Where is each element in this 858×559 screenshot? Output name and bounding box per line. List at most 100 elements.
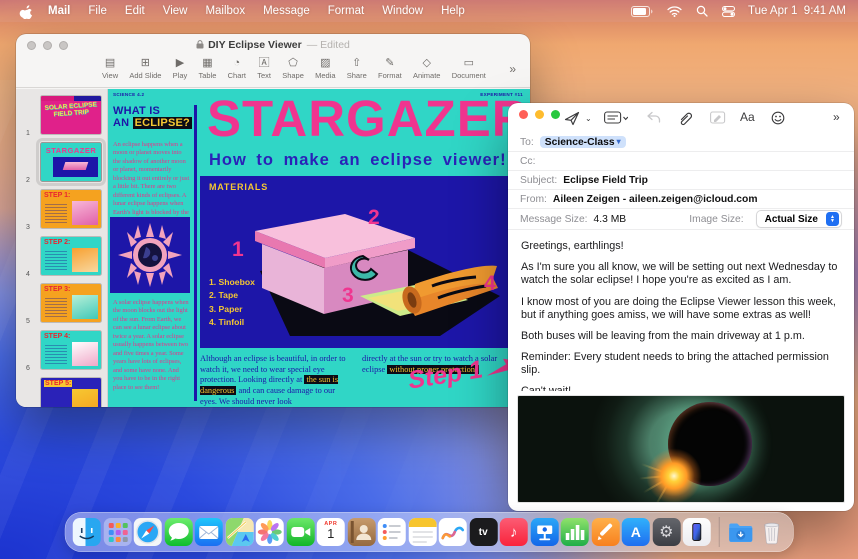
mail-window-controls[interactable]	[519, 110, 560, 119]
slide-thumbnail-row-2-selected[interactable]: 2 STARGAZER	[16, 140, 107, 187]
slide-7-thumbnail[interactable]: STEP 5:	[40, 377, 102, 407]
materials-label: MATERIALS	[209, 182, 268, 192]
menu-item-window[interactable]: Window	[382, 5, 423, 17]
slide-subtitle[interactable]: How to make an eclipse viewer!	[209, 151, 507, 170]
control-center-icon[interactable]	[722, 6, 735, 17]
battery-icon[interactable]	[631, 6, 653, 17]
menu-item-mail-app[interactable]: Mail	[48, 5, 70, 17]
menu-item-help[interactable]: Help	[441, 5, 465, 17]
menu-item-message[interactable]: Message	[263, 5, 310, 17]
subject-field[interactable]: Subject: Eclipse Field Trip	[508, 171, 854, 190]
eclipse-photo-attachment[interactable]	[517, 395, 845, 503]
dock-icon-music[interactable]: ♪	[500, 518, 528, 546]
dock-icon-freeform[interactable]	[439, 518, 467, 546]
toolbar-chart-button[interactable]: ◔Chart	[228, 57, 246, 80]
toolbar-format-button[interactable]: ✎Format	[378, 57, 402, 80]
dock-icon-trash[interactable]	[757, 518, 785, 546]
slide-3-thumbnail[interactable]: STEP 1:	[40, 189, 102, 229]
slide-thumbnail-row-7[interactable]: 7 STEP 5:	[16, 375, 107, 407]
slide-title[interactable]: STARGAZER	[207, 93, 530, 144]
zoom-button[interactable]	[59, 41, 68, 50]
size-bar: Message Size: 4.3 MB Image Size: Actual …	[508, 209, 854, 230]
menu-clock[interactable]: Tue Apr 1 9:41 AM	[748, 5, 846, 17]
dock-icon-mail[interactable]	[195, 518, 223, 546]
dock-icon-notes[interactable]	[408, 518, 436, 546]
send-icon[interactable]	[564, 111, 580, 131]
message-body[interactable]: Greetings, earthlings! As I'm sure you a…	[508, 231, 854, 391]
dock-icon-launchpad[interactable]	[103, 518, 131, 546]
dock-icon-reminders[interactable]	[378, 518, 406, 546]
menu-item-format[interactable]: Format	[328, 5, 364, 17]
slide-thumbnail-row-3[interactable]: 3 STEP 1:	[16, 187, 107, 234]
calendar-day: 1	[327, 527, 334, 540]
slide-thumbnail-row-1[interactable]: 1 SOLAR ECLIPSE FIELD TRIP	[16, 93, 107, 140]
cc-field[interactable]: Cc:	[508, 152, 854, 171]
menu-item-file[interactable]: File	[88, 5, 107, 17]
to-field[interactable]: To: Science-Class▾	[508, 133, 854, 152]
toolbar-play-button[interactable]: ▶Play	[173, 57, 188, 80]
dock-icon-contacts[interactable]	[347, 518, 375, 546]
wifi-icon[interactable]	[667, 6, 682, 17]
dock-icon-maps[interactable]	[225, 518, 253, 546]
toolbar-share-button[interactable]: ⇧Share	[347, 57, 367, 80]
dock-icon-downloads[interactable]	[727, 518, 755, 546]
fonts-icon[interactable]: Aa	[740, 110, 755, 124]
search-icon[interactable]	[696, 5, 708, 17]
dock-icon-finder[interactable]	[73, 518, 101, 546]
slide-thumbnail-row-5[interactable]: 5 STEP 3:	[16, 281, 107, 328]
slide-4-thumbnail[interactable]: STEP 2:	[40, 236, 102, 276]
minimize-button[interactable]	[535, 110, 544, 119]
toolbar-document-button[interactable]: ▭Document	[452, 57, 486, 80]
toolbar-view-button[interactable]: ▤View	[102, 57, 118, 80]
toolbar-shape-button[interactable]: ⬠Shape	[282, 57, 304, 80]
markup-icon[interactable]	[710, 111, 726, 130]
menu-item-edit[interactable]: Edit	[125, 5, 145, 17]
slide-canvas[interactable]: SCIENCE 4.2 EXPERIMENT #11 WHAT IS AN EC…	[108, 89, 530, 407]
dock-icon-app-store[interactable]: A	[622, 518, 650, 546]
emoji-icon[interactable]	[771, 111, 785, 130]
header-fields-icon[interactable]	[604, 111, 628, 130]
toolbar-overflow-button[interactable]: »	[509, 62, 516, 76]
dock-icon-photos[interactable]	[256, 518, 284, 546]
dock-icon-apple-tv[interactable]: tv	[469, 518, 497, 546]
reply-icon[interactable]	[646, 111, 661, 129]
slide-2-thumbnail[interactable]: STARGAZER	[40, 142, 102, 182]
menu-item-view[interactable]: View	[163, 5, 188, 17]
minimize-button[interactable]	[43, 41, 52, 50]
materials-box[interactable]: MATERIALS 1 2 3 4 1. Shoebox 2. Tape 3. …	[200, 176, 517, 348]
dock-icon-iphone-mirroring[interactable]	[683, 518, 711, 546]
image-size-select[interactable]: Actual Size ▲▼	[756, 210, 842, 228]
menu-item-mailbox[interactable]: Mailbox	[205, 5, 245, 17]
close-button[interactable]	[519, 110, 528, 119]
from-field[interactable]: From: Aileen Zeigen - aileen.zeigen@iclo…	[508, 190, 854, 209]
toolbar-overflow-icon[interactable]: »	[833, 110, 840, 124]
dock-icon-numbers[interactable]	[561, 518, 589, 546]
toolbar-add-slide-button[interactable]: ⊞Add Slide	[129, 57, 161, 80]
slide-5-thumbnail[interactable]: STEP 3:	[40, 283, 102, 323]
close-button[interactable]	[27, 41, 36, 50]
slide-thumbnail-row-4[interactable]: 4 STEP 2:	[16, 234, 107, 281]
keynote-window-controls[interactable]	[27, 41, 68, 50]
dock-icon-facetime[interactable]	[286, 518, 314, 546]
attach-icon[interactable]	[678, 111, 692, 131]
menu-bar: Mail File Edit View Mailbox Message Form…	[0, 0, 858, 22]
dock-icon-calendar[interactable]: APR 1	[317, 518, 345, 546]
recipient-token[interactable]: Science-Class▾	[540, 136, 626, 148]
apple-logo-icon[interactable]	[19, 4, 32, 19]
dock-icon-keynote[interactable]	[530, 518, 558, 546]
slide-6-thumbnail[interactable]: STEP 4:	[40, 330, 102, 370]
dock-icon-system-settings[interactable]: ⚙	[652, 518, 680, 546]
dock-icon-safari[interactable]	[134, 518, 162, 546]
slide-whatis-heading: WHAT IS AN ECLIPSE?	[113, 105, 192, 130]
dock-icon-pages[interactable]	[591, 518, 619, 546]
toolbar-animate-button[interactable]: ◇Animate	[413, 57, 441, 80]
keynote-title-bar[interactable]: DIY Eclipse Viewer — Edited	[16, 34, 530, 56]
toolbar-media-button[interactable]: ▨Media	[315, 57, 335, 80]
slide-1-thumbnail[interactable]: SOLAR ECLIPSE FIELD TRIP	[40, 95, 102, 135]
chevron-down-icon[interactable]: ⌄	[585, 114, 592, 123]
toolbar-text-button[interactable]: 🄰Text	[257, 57, 271, 80]
slide-thumbnail-row-6[interactable]: 6 STEP 4:	[16, 328, 107, 375]
zoom-button[interactable]	[551, 110, 560, 119]
toolbar-table-button[interactable]: ▦Table	[198, 57, 216, 80]
dock-icon-messages[interactable]	[164, 518, 192, 546]
